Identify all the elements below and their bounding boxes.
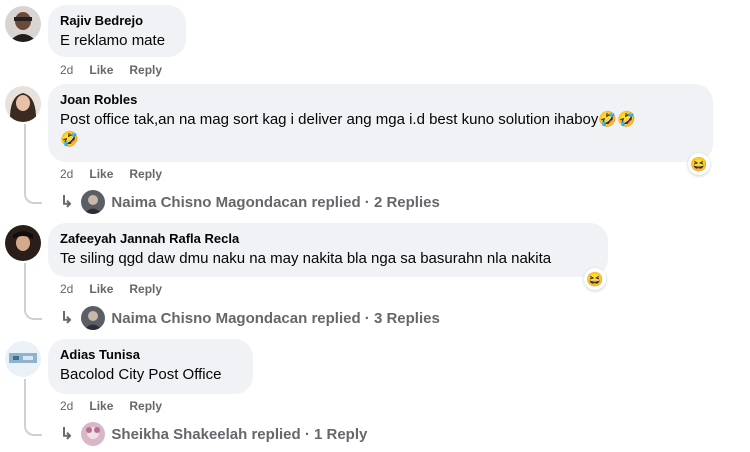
reaction-badge[interactable]: 😆 — [584, 268, 606, 290]
comment-bubble: Joan Robles Post office tak,an na mag so… — [48, 84, 713, 162]
comment-author[interactable]: Rajiv Bedrejo — [60, 13, 174, 29]
reply-button[interactable]: Reply — [129, 167, 162, 181]
comment-bubble: Zafeeyah Jannah Rafla Recla Te siling qg… — [48, 223, 608, 277]
reply-button[interactable]: Reply — [129, 63, 162, 77]
comment-author[interactable]: Zafeeyah Jannah Rafla Recla — [60, 231, 596, 247]
comment-time[interactable]: 2d — [60, 167, 73, 181]
replies-summary[interactable]: Sheikha Shakeelah replied · 1 Reply — [111, 426, 367, 443]
avatar — [81, 190, 106, 214]
avatar[interactable] — [5, 341, 41, 377]
comment-actions: 2d Like Reply — [60, 167, 162, 181]
avatar[interactable] — [5, 6, 41, 42]
comment-text: Post office tak,an na mag sort kag i del… — [60, 111, 636, 128]
like-button[interactable]: Like — [89, 167, 113, 181]
comment-text: Bacolod City Post Office — [60, 366, 222, 383]
avatar — [81, 422, 106, 446]
reply-arrow-icon: ↳ — [60, 194, 74, 211]
comment-text-continued: 🤣 — [60, 131, 79, 148]
avatar — [81, 306, 106, 330]
reply-button[interactable]: Reply — [129, 399, 162, 413]
comment-time[interactable]: 2d — [60, 399, 73, 413]
comment-time[interactable]: 2d — [60, 63, 73, 77]
like-button[interactable]: Like — [89, 399, 113, 413]
comment-actions: 2d Like Reply — [60, 282, 162, 296]
comment-bubble: Adias Tunisa Bacolod City Post Office — [48, 339, 253, 394]
replies-summary[interactable]: Naima Chisno Magondacan replied · 2 Repl… — [111, 194, 439, 211]
reply-arrow-icon: ↳ — [60, 310, 74, 327]
reaction-badge[interactable]: 😆 — [688, 153, 710, 175]
comment-author[interactable]: Adias Tunisa — [60, 347, 241, 363]
comment-bubble: Rajiv Bedrejo E reklamo mate — [48, 5, 186, 57]
comment-time[interactable]: 2d — [60, 282, 73, 296]
reply-button[interactable]: Reply — [129, 282, 162, 296]
comment-author[interactable]: Joan Robles — [60, 92, 701, 108]
view-replies-link[interactable]: ↳ Naima Chisno Magondacan replied · 2 Re… — [60, 190, 440, 214]
comment-actions: 2d Like Reply — [60, 399, 162, 413]
laugh-reaction-icon: 😆 — [690, 155, 708, 172]
laugh-reaction-icon: 😆 — [586, 270, 604, 287]
avatar[interactable] — [5, 86, 41, 122]
thread-line — [24, 263, 42, 320]
thread-line — [24, 124, 42, 204]
comment-text: E reklamo mate — [60, 32, 166, 49]
view-replies-link[interactable]: ↳ Naima Chisno Magondacan replied · 3 Re… — [60, 306, 440, 330]
thread-line — [24, 379, 42, 436]
comment-text: Te siling qgd daw dmu naku na may nakita… — [60, 250, 552, 267]
comment-actions: 2d Like Reply — [60, 63, 162, 77]
avatar[interactable] — [5, 225, 41, 261]
reply-arrow-icon: ↳ — [60, 426, 74, 443]
view-replies-link[interactable]: ↳ Sheikha Shakeelah replied · 1 Reply — [60, 422, 367, 446]
replies-summary[interactable]: Naima Chisno Magondacan replied · 3 Repl… — [111, 310, 439, 327]
like-button[interactable]: Like — [89, 63, 113, 77]
like-button[interactable]: Like — [89, 282, 113, 296]
